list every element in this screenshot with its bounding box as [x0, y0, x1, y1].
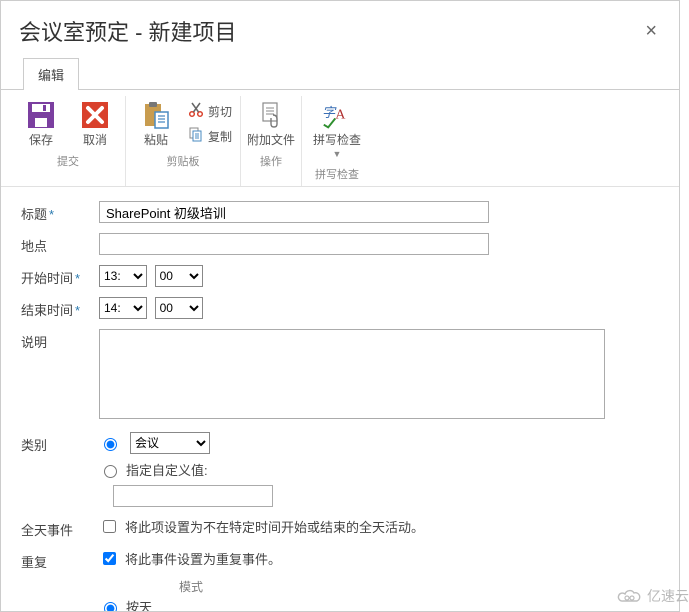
- paste-button[interactable]: 粘贴: [132, 98, 180, 149]
- location-label: 地点: [21, 233, 91, 255]
- repeat-daily-label: 按天: [126, 597, 152, 611]
- ribbon-group-commit-title: 提交: [17, 153, 119, 169]
- allday-text: 将此项设置为不在特定时间开始或结束的全天活动。: [125, 517, 424, 536]
- end-hour-select[interactable]: 14:: [99, 297, 147, 319]
- paste-label: 粘贴: [144, 134, 168, 147]
- repeat-daily-radio[interactable]: [104, 602, 117, 611]
- tab-strip: 编辑: [1, 57, 679, 90]
- repeat-label: 重复: [21, 549, 91, 571]
- ribbon-group-spelling-title: 拼写检查: [308, 166, 366, 182]
- copy-button[interactable]: 复制: [186, 125, 234, 148]
- form-body[interactable]: 标题* 地点 开始时间* 13: 00 结束时间* 14: 00: [1, 187, 679, 611]
- start-min-select[interactable]: 00: [155, 265, 203, 287]
- description-label: 说明: [21, 329, 91, 351]
- cancel-icon: [80, 100, 110, 130]
- new-item-dialog: 会议室预定 - 新建项目 × 编辑 保存 取消: [0, 0, 680, 612]
- end-time-label: 结束时间*: [21, 297, 91, 319]
- cancel-label: 取消: [83, 134, 107, 147]
- paste-icon: [141, 100, 171, 130]
- spellcheck-button[interactable]: 字 A 拼写检查▼: [308, 98, 366, 162]
- close-button[interactable]: ×: [641, 19, 661, 43]
- repeat-checkbox[interactable]: [103, 552, 116, 565]
- chevron-down-icon: ▼: [333, 149, 342, 159]
- copy-icon: [188, 127, 204, 146]
- attach-file-button[interactable]: 附加文件: [247, 98, 295, 149]
- attach-label: 附加文件: [247, 134, 295, 147]
- copy-label: 复制: [208, 128, 232, 145]
- ribbon-group-spelling: 字 A 拼写检查▼ 拼写检查: [302, 96, 372, 186]
- description-input[interactable]: [99, 329, 605, 419]
- title-input[interactable]: [99, 201, 489, 223]
- category-label: 类别: [21, 432, 91, 454]
- title-label: 标题*: [21, 201, 91, 223]
- spellcheck-label: 拼写检查▼: [313, 134, 361, 160]
- attach-icon: [256, 100, 286, 130]
- start-hour-select[interactable]: 13:: [99, 265, 147, 287]
- start-time-label: 开始时间*: [21, 265, 91, 287]
- location-input[interactable]: [99, 233, 489, 255]
- allday-checkbox[interactable]: [103, 520, 116, 533]
- svg-text:A: A: [335, 107, 346, 123]
- save-button[interactable]: 保存: [17, 98, 65, 149]
- ribbon-group-clipboard: 粘贴 剪切 复制 剪: [126, 96, 241, 186]
- repeat-pattern-label: 模式: [179, 578, 659, 595]
- cut-label: 剪切: [208, 103, 232, 120]
- cancel-button[interactable]: 取消: [71, 98, 119, 149]
- ribbon-group-actions-title: 操作: [247, 153, 295, 169]
- ribbon: 保存 取消 提交 粘贴: [1, 90, 679, 187]
- category-custom-input[interactable]: [113, 485, 273, 507]
- category-select[interactable]: 会议: [130, 432, 210, 454]
- spellcheck-icon: 字 A: [322, 100, 352, 130]
- ribbon-group-commit: 保存 取消 提交: [11, 96, 126, 186]
- cut-icon: [188, 102, 204, 121]
- dialog-title: 会议室预定 - 新建项目: [19, 15, 641, 47]
- allday-label: 全天事件: [21, 517, 91, 539]
- category-custom-label: 指定自定义值:: [126, 460, 208, 479]
- save-icon: [26, 100, 56, 130]
- dialog-header: 会议室预定 - 新建项目 ×: [1, 1, 679, 57]
- tab-edit[interactable]: 编辑: [23, 58, 79, 90]
- category-radio-custom[interactable]: [104, 465, 117, 478]
- repeat-text: 将此事件设置为重复事件。: [125, 549, 281, 568]
- ribbon-group-clipboard-title: 剪贴板: [132, 153, 234, 169]
- cut-button[interactable]: 剪切: [186, 100, 234, 123]
- ribbon-group-actions: 附加文件 操作: [241, 96, 302, 186]
- category-radio-preset[interactable]: [104, 438, 117, 451]
- save-label: 保存: [29, 134, 53, 147]
- end-min-select[interactable]: 00: [155, 297, 203, 319]
